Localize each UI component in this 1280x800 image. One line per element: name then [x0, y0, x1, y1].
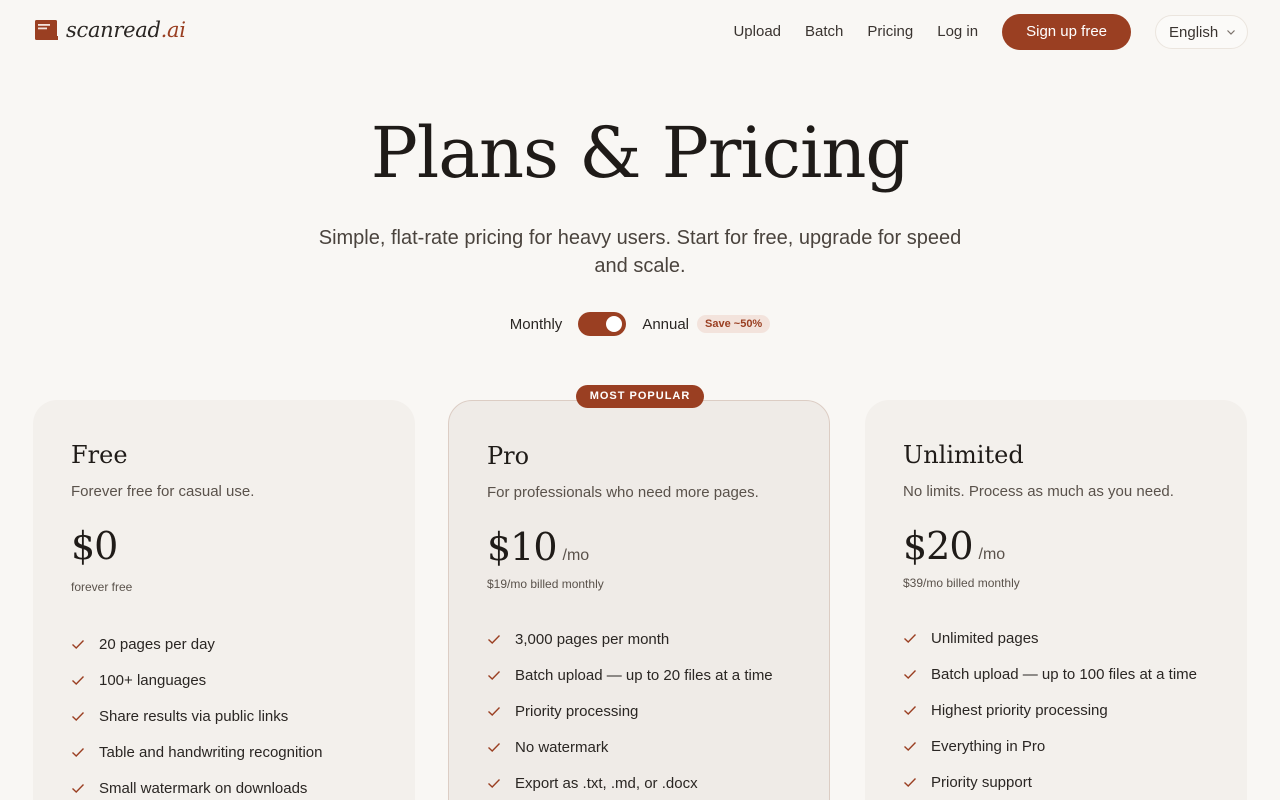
feature-item: Highest priority processing	[903, 692, 1209, 728]
check-icon	[72, 640, 85, 649]
signup-button[interactable]: Sign up free	[1002, 14, 1131, 50]
feature-text: Priority support	[931, 773, 1032, 791]
language-label: English	[1169, 23, 1219, 41]
plan-price: $10	[487, 525, 558, 569]
check-icon	[904, 742, 917, 751]
logo-name-main: scanread	[66, 18, 161, 42]
check-icon	[904, 778, 917, 787]
check-icon	[904, 670, 917, 679]
plan-card-free: Free Forever free for casual use. $0 for…	[33, 400, 415, 800]
feature-text: Table and handwriting recognition	[99, 743, 323, 761]
check-icon	[72, 784, 85, 793]
book-icon	[35, 20, 58, 40]
feature-text: 20 pages per day	[99, 635, 215, 653]
price-row: $10 /mo	[487, 525, 791, 569]
price-period: /mo	[562, 547, 590, 564]
feature-text: Priority processing	[515, 702, 639, 720]
check-icon	[904, 706, 917, 715]
feature-text: Highest priority processing	[931, 701, 1108, 719]
billing-toggle[interactable]	[578, 312, 627, 336]
feature-item: Table and handwriting recognition	[71, 734, 377, 770]
feature-text: Share results via public links	[99, 707, 289, 725]
price-period: /mo	[978, 546, 1006, 563]
feature-list: Unlimited pages Batch upload — up to 100…	[903, 620, 1209, 800]
feature-text: 3,000 pages per month	[515, 630, 670, 648]
feature-item: Batch upload — up to 100 files at a time	[903, 656, 1209, 692]
check-icon	[488, 635, 501, 644]
plan-description: No limits. Process as much as you need.	[903, 483, 1174, 500]
feature-text: Export as .txt, .md, or .docx	[515, 774, 698, 792]
feature-item: Everything in Pro	[903, 728, 1209, 764]
feature-text: Unlimited pages	[931, 629, 1039, 647]
nav-pricing[interactable]: Pricing	[867, 14, 913, 50]
feature-item: Unlimited pages	[903, 620, 1209, 656]
feature-item: Priority support	[903, 764, 1209, 800]
feature-text: 100+ languages	[99, 671, 207, 689]
annual-option[interactable]: Annual Save ~50%	[642, 315, 771, 333]
feature-list: 3,000 pages per month Batch upload — up …	[487, 621, 791, 800]
language-select[interactable]: English	[1155, 15, 1248, 49]
logo-text: scanread.ai	[66, 18, 186, 42]
feature-text: Batch upload — up to 100 files at a time	[931, 665, 1197, 683]
annual-label: Annual	[642, 315, 690, 333]
plan-description: For professionals who need more pages.	[487, 484, 759, 501]
most-popular-badge: MOST POPULAR	[576, 385, 704, 408]
nav-batch[interactable]: Batch	[805, 14, 843, 50]
site-header: scanread.ai Upload Batch Pricing Log in …	[0, 0, 1280, 64]
plan-name: Pro	[487, 442, 530, 470]
feature-text: Everything in Pro	[931, 737, 1046, 755]
plan-card-unlimited: Unlimited No limits. Process as much as …	[865, 400, 1247, 800]
save-badge: Save ~50%	[697, 315, 771, 333]
feature-text: Batch upload — up to 20 files at a time	[515, 666, 773, 684]
check-icon	[488, 707, 501, 716]
nav-upload[interactable]: Upload	[733, 14, 781, 50]
feature-item: Small watermark on downloads	[71, 770, 377, 800]
price-row: $0	[71, 524, 377, 568]
plan-card-pro: Pro For professionals who need more page…	[448, 400, 830, 800]
page-title: Plans & Pricing	[370, 112, 910, 194]
plan-description: Forever free for casual use.	[71, 483, 255, 500]
check-icon	[488, 743, 501, 752]
plan-name: Unlimited	[903, 441, 1024, 469]
feature-list: 20 pages per day 100+ languages Share re…	[71, 626, 377, 800]
feature-text: Small watermark on downloads	[99, 779, 308, 797]
feature-item: Priority processing	[487, 693, 791, 729]
chevron-down-icon	[1227, 30, 1236, 35]
logo-name-accent: .ai	[160, 18, 186, 42]
check-icon	[488, 671, 501, 680]
feature-item: No watermark	[487, 729, 791, 765]
check-icon	[72, 712, 85, 721]
nav-login[interactable]: Log in	[937, 14, 978, 50]
check-icon	[904, 634, 917, 643]
page-subtitle: Simple, flat-rate pricing for heavy user…	[318, 227, 962, 277]
feature-item: Share results via public links	[71, 698, 377, 734]
billing-toggle-group: Monthly Annual Save ~50%	[0, 312, 1280, 336]
main-nav: Upload Batch Pricing Log in Sign up free…	[733, 14, 1248, 50]
price-row: $20 /mo	[903, 524, 1209, 568]
check-icon	[72, 748, 85, 757]
plan-price: $20	[903, 524, 974, 568]
plan-name: Free	[71, 441, 128, 469]
billing-note: $39/mo billed monthly	[903, 576, 1020, 590]
billing-note: forever free	[71, 580, 133, 594]
billing-note: $19/mo billed monthly	[487, 577, 604, 591]
monthly-label[interactable]: Monthly	[510, 316, 563, 333]
feature-item: 100+ languages	[71, 662, 377, 698]
feature-item: 3,000 pages per month	[487, 621, 791, 657]
feature-item: 20 pages per day	[71, 626, 377, 662]
check-icon	[488, 779, 501, 788]
check-icon	[72, 676, 85, 685]
feature-item: Batch upload — up to 20 files at a time	[487, 657, 791, 693]
plan-price: $0	[71, 524, 118, 568]
logo[interactable]: scanread.ai	[34, 18, 186, 42]
feature-item: Export as .txt, .md, or .docx	[487, 765, 791, 800]
toggle-knob	[606, 316, 623, 332]
feature-text: No watermark	[515, 738, 609, 756]
